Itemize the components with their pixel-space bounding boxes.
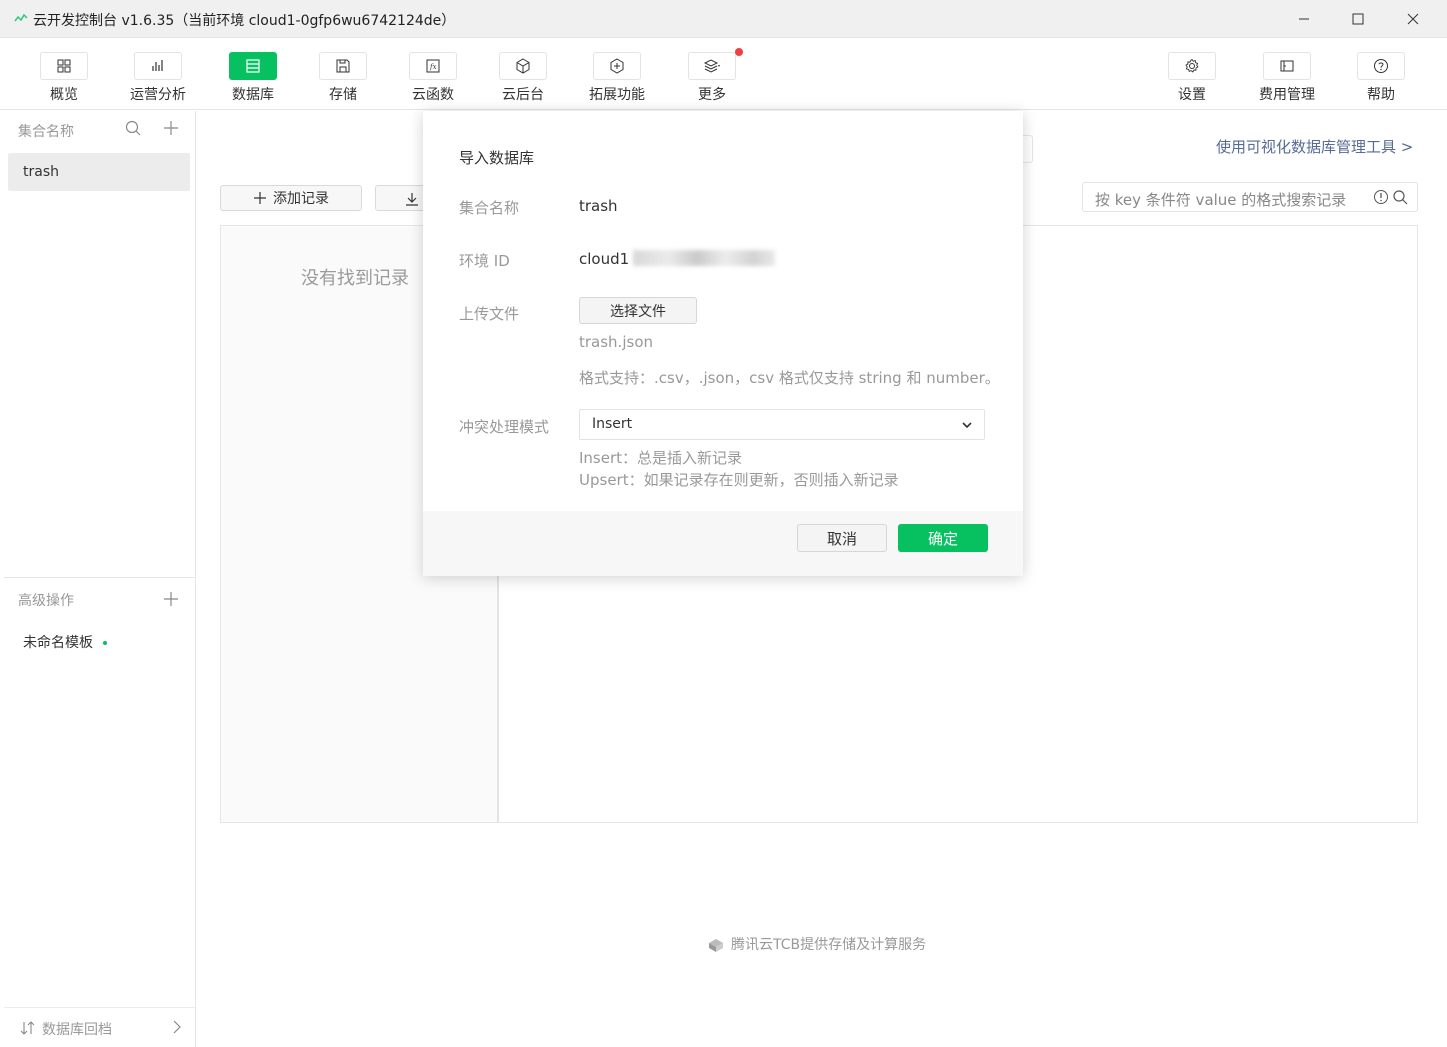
chevron-right-icon bbox=[173, 1020, 181, 1034]
gear-icon bbox=[1185, 58, 1199, 73]
toolbar-label: 云函数 bbox=[412, 87, 454, 103]
toolbar-cloud-function[interactable]: fx 云函数 bbox=[398, 52, 468, 104]
collection-item-trash[interactable]: trash bbox=[8, 153, 190, 191]
confirm-button[interactable]: 确定 bbox=[898, 524, 988, 552]
help-icon bbox=[1374, 59, 1388, 73]
footer-note-text: 腾讯云TCB提供存储及计算服务 bbox=[731, 937, 927, 953]
cube-icon bbox=[516, 58, 530, 74]
toolbar-label: 设置 bbox=[1178, 87, 1206, 103]
plus-hexagon-icon bbox=[610, 58, 624, 74]
tencent-cloud-logo-icon bbox=[709, 939, 723, 952]
env-id-value: cloud1 bbox=[579, 250, 776, 268]
conflict-mode-label: 冲突处理模式 bbox=[459, 418, 550, 436]
redacted-env-suffix bbox=[633, 250, 776, 266]
search-icon[interactable] bbox=[124, 119, 142, 137]
close-button[interactable] bbox=[1386, 0, 1440, 38]
dialog-title: 导入数据库 bbox=[459, 149, 535, 167]
toolbar-cloud-backend[interactable]: 云后台 bbox=[488, 52, 558, 104]
layers-icon bbox=[704, 59, 720, 73]
footer-note: 腾讯云TCB提供存储及计算服务 bbox=[707, 934, 926, 954]
toolbar-label: 运营分析 bbox=[130, 87, 186, 103]
toolbar-help[interactable]: 帮助 bbox=[1346, 52, 1416, 104]
window-title: 云开发控制台 v1.6.35（当前环境 cloud1-0gfp6wu674212… bbox=[33, 13, 456, 29]
plus-icon bbox=[254, 192, 266, 204]
toolbar-label: 更多 bbox=[698, 87, 726, 103]
toolbar-label: 帮助 bbox=[1367, 87, 1395, 103]
minimize-button[interactable] bbox=[1277, 0, 1331, 38]
title-bar: 云开发控制台 v1.6.35（当前环境 cloud1-0gfp6wu674212… bbox=[0, 0, 1447, 38]
toolbar-analytics[interactable]: 运营分析 bbox=[123, 52, 193, 104]
search-icon[interactable] bbox=[1392, 189, 1408, 205]
visual-db-tool-link[interactable]: 使用可视化数据库管理工具 > bbox=[1216, 136, 1413, 157]
toolbar-extensions[interactable]: 拓展功能 bbox=[582, 52, 652, 104]
toolbar-database[interactable]: 数据库 bbox=[218, 52, 288, 104]
toolbar-label: 存储 bbox=[329, 87, 357, 103]
collection-value: trash bbox=[579, 197, 618, 215]
empty-state-text: 没有找到记录 bbox=[301, 268, 409, 289]
database-icon bbox=[246, 59, 260, 73]
collections-header: 集合名称 bbox=[4, 111, 195, 147]
download-icon bbox=[406, 193, 418, 206]
toolbar-label: 云后台 bbox=[502, 87, 544, 103]
toolbar-label: 费用管理 bbox=[1259, 87, 1315, 103]
add-collection-icon[interactable] bbox=[162, 119, 180, 137]
selected-file-name: trash.json bbox=[579, 333, 653, 351]
cancel-button[interactable]: 取消 bbox=[797, 524, 887, 552]
toolbar-storage[interactable]: 存储 bbox=[308, 52, 378, 104]
toolbar-settings[interactable]: 设置 bbox=[1157, 52, 1227, 104]
maximize-button[interactable] bbox=[1331, 0, 1385, 38]
close-icon bbox=[1407, 13, 1419, 25]
toolbar-label: 数据库 bbox=[232, 87, 274, 103]
conflict-mode-value: Insert bbox=[592, 416, 633, 432]
advanced-header: 高级操作 bbox=[4, 577, 195, 621]
toolbar-more[interactable]: 更多 bbox=[677, 48, 747, 104]
billing-icon bbox=[1280, 60, 1294, 72]
add-record-button[interactable]: 添加记录 bbox=[220, 185, 362, 211]
collection-label: 集合名称 bbox=[459, 199, 520, 217]
conflict-mode-select[interactable]: Insert bbox=[579, 409, 985, 440]
maximize-icon bbox=[1352, 13, 1364, 25]
save-icon bbox=[336, 59, 350, 73]
function-icon: fx bbox=[426, 59, 440, 73]
notification-badge bbox=[735, 48, 743, 56]
chevron-down-icon bbox=[962, 422, 972, 429]
env-id-text: cloud1 bbox=[579, 250, 630, 268]
rollback-label: 数据库回档 bbox=[42, 1022, 112, 1038]
choose-file-button[interactable]: 选择文件 bbox=[579, 297, 697, 324]
search-placeholder: 按 key 条件符 value 的格式搜索记录 bbox=[1095, 191, 1347, 209]
upload-label: 上传文件 bbox=[459, 305, 520, 323]
toolbar-label: 概览 bbox=[50, 87, 78, 103]
import-database-dialog: 导入数据库 集合名称 trash 环境 ID cloud1 上传文件 选择文件 … bbox=[423, 111, 1023, 576]
app-logo-icon bbox=[14, 13, 28, 22]
add-record-label: 添加记录 bbox=[273, 191, 329, 207]
status-dot bbox=[103, 641, 107, 645]
env-id-label: 环境 ID bbox=[459, 252, 510, 270]
collections-header-label: 集合名称 bbox=[18, 124, 74, 140]
dialog-footer: 取消 确定 bbox=[423, 511, 1023, 576]
upsert-hint: Upsert：如果记录存在则更新，否则插入新记录 bbox=[579, 471, 899, 489]
template-item[interactable]: 未命名模板 bbox=[23, 632, 107, 652]
template-name: 未命名模板 bbox=[23, 635, 93, 651]
grid-icon bbox=[57, 59, 71, 73]
sidebar: 集合名称 trash 高级操作 未命名模板 数据库回档 bbox=[4, 111, 196, 1047]
toolbar-billing[interactable]: 费用管理 bbox=[1252, 52, 1322, 104]
info-icon[interactable] bbox=[1373, 189, 1389, 205]
toolbar: 概览 运营分析 数据库 存储 fx 云函数 云后台 拓展功能 更多 设置 费用管… bbox=[0, 38, 1447, 110]
minimize-icon bbox=[1299, 18, 1309, 20]
toolbar-overview[interactable]: 概览 bbox=[29, 52, 99, 104]
collection-filter-edge bbox=[1023, 135, 1033, 163]
advanced-header-label: 高级操作 bbox=[18, 593, 74, 609]
collection-name: trash bbox=[23, 164, 59, 180]
bar-chart-icon bbox=[152, 60, 163, 71]
format-hint: 格式支持：.csv，.json，csv 格式仅支持 string 和 numbe… bbox=[579, 369, 1000, 387]
toolbar-label: 拓展功能 bbox=[589, 87, 645, 103]
record-search-input[interactable]: 按 key 条件符 value 的格式搜索记录 bbox=[1082, 182, 1418, 212]
add-template-icon[interactable] bbox=[162, 590, 180, 608]
sort-arrows-icon bbox=[20, 1021, 35, 1035]
insert-hint: Insert：总是插入新记录 bbox=[579, 449, 743, 467]
svg-text:fx: fx bbox=[429, 63, 437, 71]
database-rollback[interactable]: 数据库回档 bbox=[4, 1007, 195, 1047]
